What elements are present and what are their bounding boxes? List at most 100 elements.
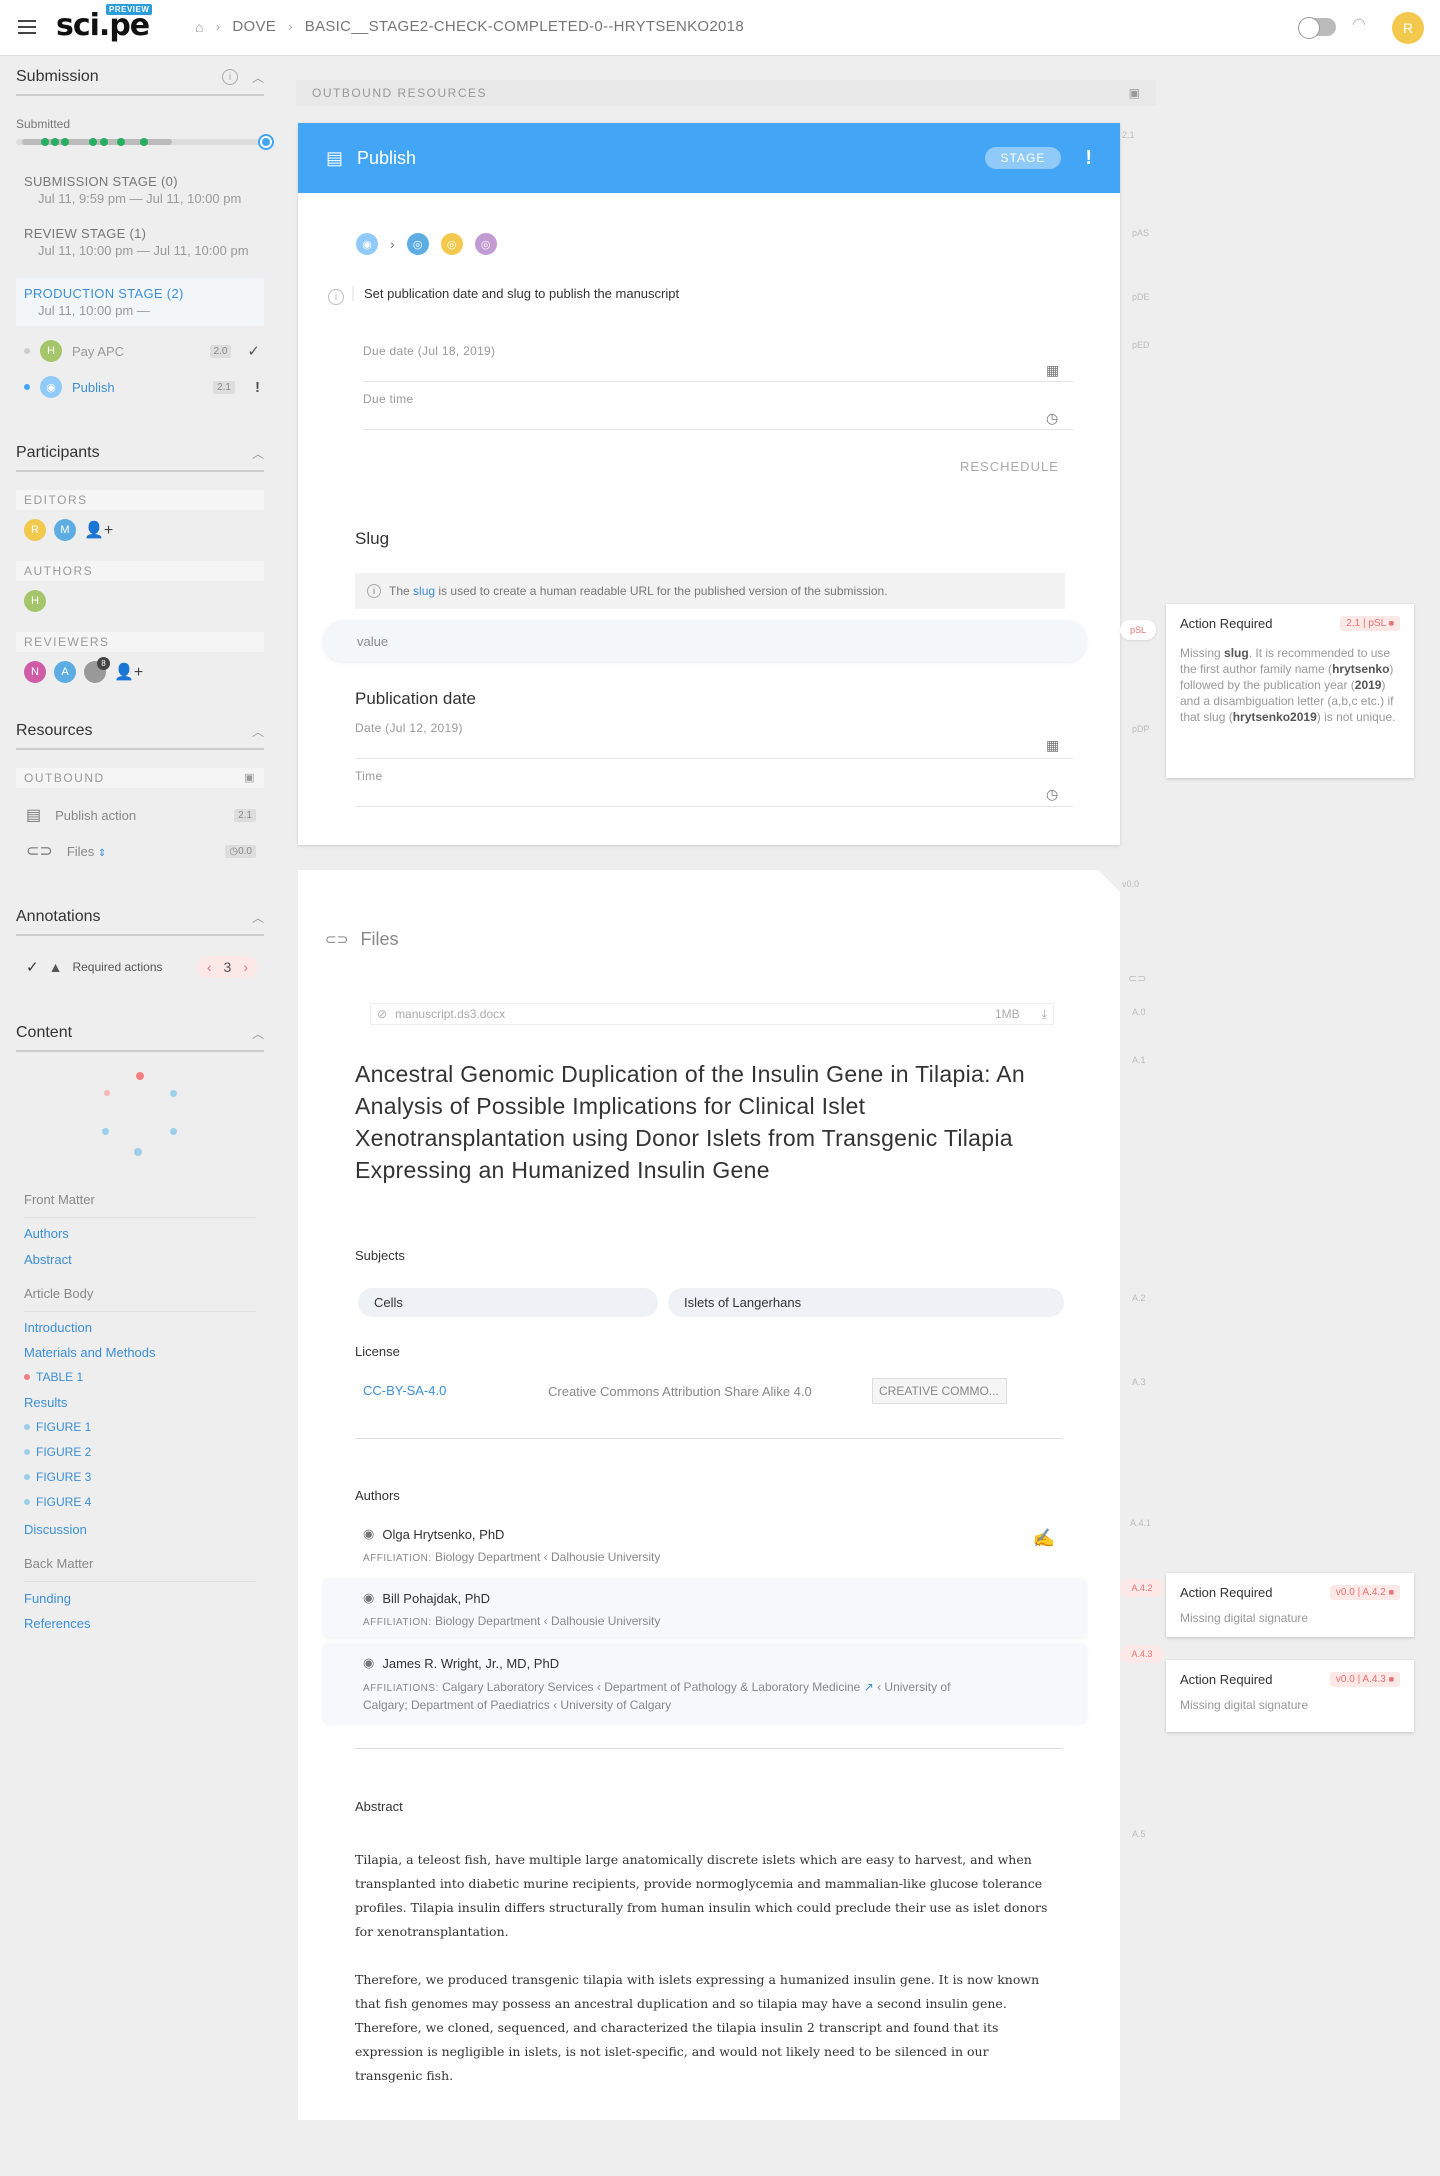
margin-tag[interactable]: A.4.1 [1130, 1518, 1151, 1528]
subject-chip[interactable]: Cells [358, 1288, 658, 1317]
margin-tag[interactable]: pDP [1132, 724, 1150, 734]
resources-section-header[interactable]: Resources ︿ [16, 722, 264, 750]
nav-figure-1[interactable]: FIGURE 1 [24, 1420, 91, 1434]
avatar[interactable]: H [24, 590, 46, 612]
file-row[interactable]: ⊘ manuscript.ds3.docx 1MB ⤓ [370, 1003, 1054, 1025]
breadcrumb-journal[interactable]: DOVE [232, 18, 276, 35]
margin-tag[interactable]: pED [1132, 340, 1150, 350]
license-badge[interactable]: CREATIVE COMMO... [872, 1378, 1007, 1404]
margin-tag-active[interactable]: pSL [1120, 620, 1156, 640]
nav-results[interactable]: Results [24, 1395, 67, 1410]
avatar[interactable]: N [24, 661, 46, 683]
chevron-up-icon[interactable]: ︿ [252, 69, 264, 86]
license-id[interactable]: CC-BY-SA-4.0 [363, 1383, 446, 1398]
check-icon[interactable]: ✓ [26, 958, 39, 976]
breadcrumb-submission[interactable]: BASIC__STAGE2-CHECK-COMPLETED-0--HRYTSEN… [305, 18, 744, 35]
sort-icon[interactable]: ⇕ [98, 848, 106, 859]
info-icon[interactable]: i [328, 289, 344, 305]
submission-section-header[interactable]: Submission i ︿ [16, 68, 264, 96]
resource-publish-action[interactable]: ▤ Publish action 2.1 [26, 805, 256, 825]
calendar-icon[interactable]: ▦ [1046, 737, 1059, 754]
avatar[interactable]: A [54, 661, 76, 683]
avatar[interactable]: M [54, 519, 76, 541]
nav-table-1[interactable]: TABLE 1 [24, 1370, 83, 1384]
stage-badge[interactable]: STAGE [984, 147, 1062, 169]
avatar[interactable]: ◉ [356, 233, 378, 255]
chevron-up-icon[interactable]: ︿ [252, 445, 264, 462]
action-pay-apc[interactable]: H Pay APC 2.0 ✓ [24, 340, 260, 362]
date-input[interactable] [355, 737, 1073, 759]
subject-chip[interactable]: Islets of Langerhans [668, 1288, 1064, 1317]
nav-materials-methods[interactable]: Materials and Methods [24, 1345, 156, 1360]
view-toggle[interactable] [1298, 17, 1336, 39]
margin-tag[interactable]: A.5 [1132, 1829, 1146, 1839]
outbound-icon[interactable]: ▣ [244, 771, 256, 785]
margin-tag[interactable]: A.1 [1132, 1055, 1146, 1065]
author-row[interactable]: ◉ James R. Wright, Jr., MD, PhD AFFILIAT… [323, 1643, 1087, 1723]
chevron-up-icon[interactable]: ︿ [252, 909, 264, 926]
margin-tag[interactable]: pAS [1132, 228, 1149, 238]
action-required-note[interactable]: Action Required 2.1 | pSL ■ Missing slug… [1166, 604, 1414, 778]
time-input[interactable] [355, 785, 1073, 807]
author-row[interactable]: ◉ Olga Hrytsenko, PhD AFFILIATION: Biolo… [323, 1514, 1087, 1574]
info-icon[interactable]: i [221, 69, 238, 85]
due-date-input[interactable] [363, 360, 1073, 382]
margin-tag[interactable]: 2.1 [1122, 130, 1135, 140]
download-icon[interactable]: ⤓ [1042, 1007, 1047, 1022]
stage-production[interactable]: PRODUCTION STAGE (2) Jul 11, 10:00 pm — [16, 278, 264, 326]
nav-discussion[interactable]: Discussion [24, 1522, 87, 1537]
margin-tag[interactable]: A.0 [1132, 1007, 1146, 1017]
clock-icon[interactable]: ◷ [1046, 786, 1058, 803]
margin-tag[interactable]: A.2 [1132, 1293, 1146, 1303]
stage-progress-bar[interactable] [16, 134, 274, 150]
action-publish[interactable]: ◉ Publish 2.1 ! [24, 376, 260, 398]
user-avatar[interactable]: R [1392, 12, 1424, 44]
action-required-note[interactable]: Action Required v0.0 | A.4.2 ■ Missing d… [1166, 1573, 1414, 1637]
chevron-up-icon[interactable]: ︿ [252, 1025, 264, 1042]
calendar-icon[interactable]: ▦ [1046, 362, 1059, 379]
add-user-icon[interactable]: 👤+ [84, 520, 113, 540]
margin-tag[interactable]: A.3 [1132, 1377, 1146, 1387]
stage-review[interactable]: REVIEW STAGE (1) Jul 11, 10:00 pm — Jul … [24, 226, 249, 258]
required-actions-pager[interactable]: ‹ 3 › [196, 956, 258, 978]
reschedule-button[interactable]: RESCHEDULE [960, 459, 1059, 474]
action-required-note[interactable]: Action Required v0.0 | A.4.3 ■ Missing d… [1166, 1660, 1414, 1732]
signature-icon[interactable]: ✍ [1033, 1528, 1055, 1549]
outbound-icon[interactable]: ▣ [1129, 86, 1140, 100]
resource-files[interactable]: ⊂⊃ Files ⇕ ◷0.0 [26, 841, 256, 861]
margin-tag-active[interactable]: A.4.3 [1120, 1645, 1164, 1663]
avatar[interactable]: ◎ [474, 233, 497, 255]
menu-icon[interactable] [18, 20, 36, 34]
slug-input[interactable]: value [323, 620, 1087, 662]
nav-figure-3[interactable]: FIGURE 3 [24, 1470, 91, 1484]
chevron-right-icon[interactable]: › [243, 959, 248, 975]
nav-figure-2[interactable]: FIGURE 2 [24, 1445, 91, 1459]
nav-introduction[interactable]: Introduction [24, 1320, 92, 1335]
margin-tag[interactable]: v0.0 [1122, 879, 1139, 889]
chevron-left-icon[interactable]: ‹ [207, 959, 212, 975]
slug-link[interactable]: slug [413, 584, 435, 598]
nav-references[interactable]: References [24, 1616, 90, 1631]
annotations-section-header[interactable]: Annotations ︿ [16, 908, 264, 936]
content-section-header[interactable]: Content ︿ [16, 1024, 264, 1052]
clock-icon[interactable]: ◷ [1046, 410, 1058, 427]
add-user-icon[interactable]: 👤+ [114, 662, 143, 682]
participants-section-header[interactable]: Participants ︿ [16, 444, 264, 472]
avatar[interactable]: ◎ [406, 233, 429, 255]
home-icon[interactable]: ⌂ [195, 19, 204, 35]
margin-tag-active[interactable]: A.4.2 [1120, 1579, 1164, 1597]
nav-authors[interactable]: Authors [24, 1226, 69, 1241]
stage-submission[interactable]: SUBMISSION STAGE (0) Jul 11, 9:59 pm — J… [24, 174, 241, 206]
nav-figure-4[interactable]: FIGURE 4 [24, 1495, 91, 1509]
author-row[interactable]: ◉ Bill Pohajdak, PhD AFFILIATION: Biolog… [323, 1578, 1087, 1638]
chevron-up-icon[interactable]: ︿ [252, 723, 264, 740]
due-time-input[interactable] [363, 408, 1073, 430]
external-link-icon[interactable]: ↗ [864, 1680, 874, 1694]
avatar[interactable]: R [24, 519, 46, 541]
avatar[interactable]: 8 [84, 657, 110, 683]
nav-abstract[interactable]: Abstract [24, 1252, 72, 1267]
margin-tag[interactable]: pDE [1132, 292, 1150, 302]
required-actions-row[interactable]: ✓ ▲ Required actions ‹ 3 › [26, 956, 258, 978]
avatar[interactable]: ◎ [440, 233, 463, 255]
nav-funding[interactable]: Funding [24, 1591, 71, 1606]
